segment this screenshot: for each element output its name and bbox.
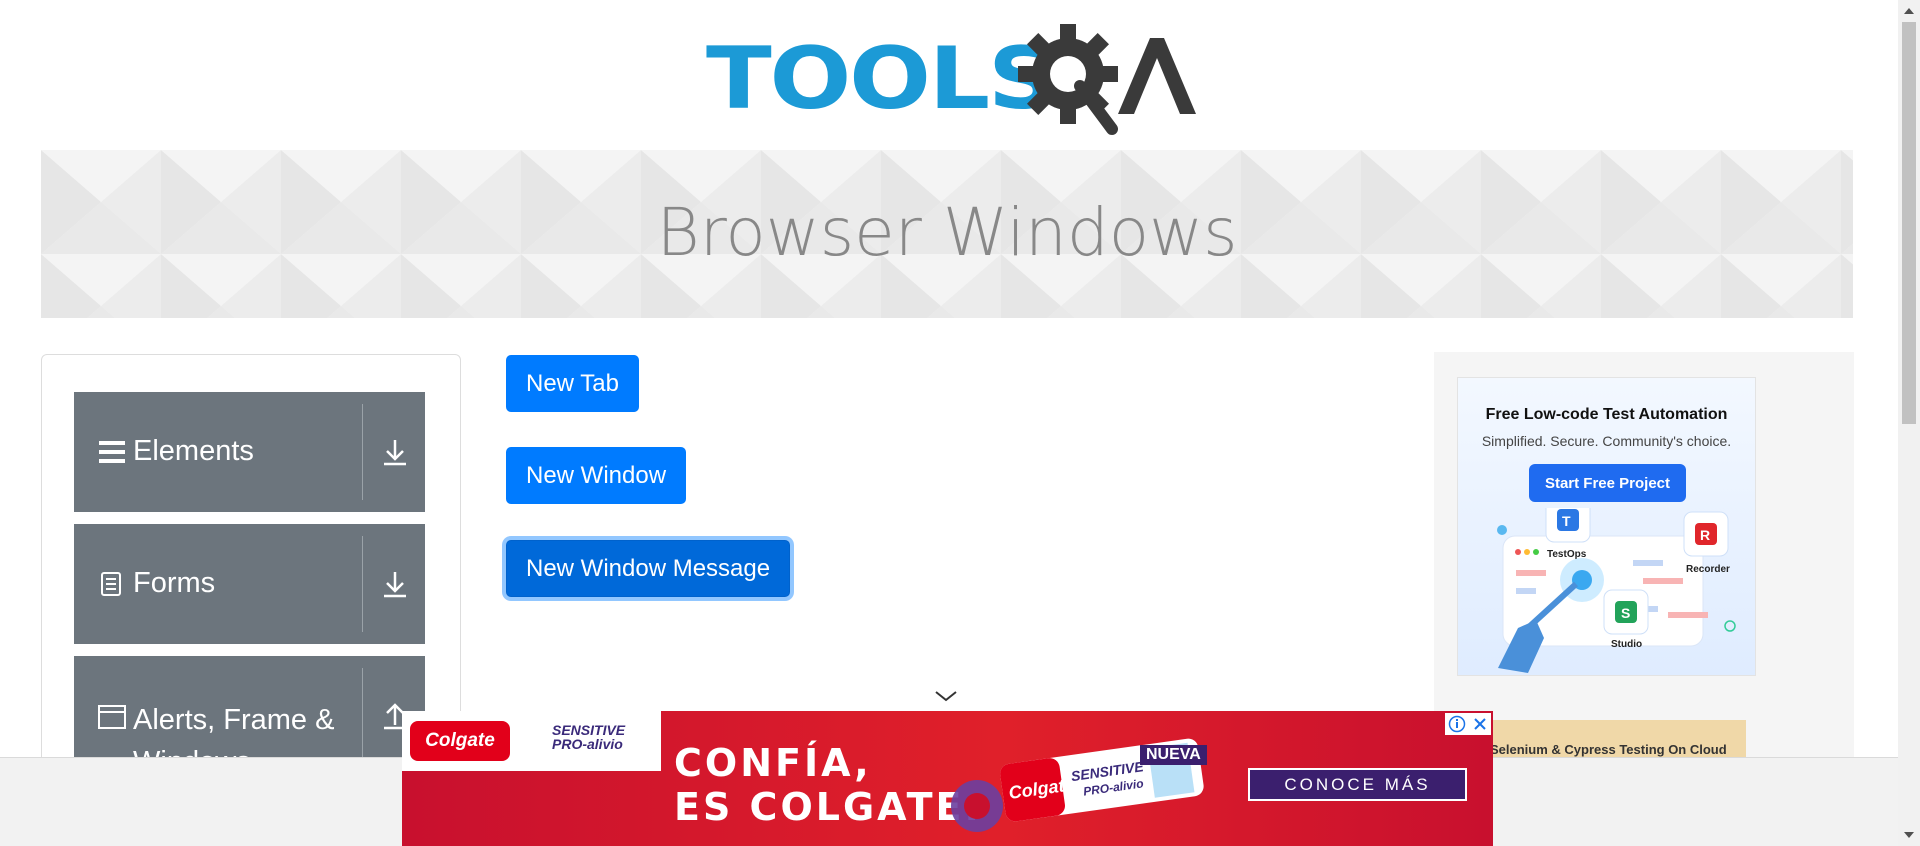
ad-controls	[1445, 713, 1491, 735]
scrollbar[interactable]	[1898, 0, 1920, 846]
ad-strip[interactable]: Selenium & Cypress Testing On Cloud	[1482, 720, 1746, 757]
svg-text:R: R	[1700, 527, 1710, 543]
katalon-ad[interactable]: Free Low-code Test Automation Simplified…	[1457, 377, 1756, 676]
download-arrow-icon[interactable]	[382, 569, 408, 599]
hamburger-icon	[99, 441, 125, 463]
colgate-ad[interactable]: Colgate SENSITIVE PRO-alivio CONFÍA, ES …	[402, 711, 1493, 846]
toothpaste-image: Colgate SENSITIVE PRO-alivio	[951, 738, 1204, 832]
ad-headline: CONFÍA, ES COLGATE.	[674, 741, 982, 829]
page-banner: Browser Windows	[41, 150, 1853, 318]
close-icon[interactable]	[1472, 716, 1488, 732]
gear-logo-icon	[1018, 24, 1196, 135]
ad-subtitle: Simplified. Secure. Community's choice.	[1481, 433, 1732, 449]
sidebar-group-forms[interactable]: Forms	[74, 524, 425, 644]
chevron-down-icon[interactable]	[934, 689, 958, 703]
colgate-logo: Colgate	[410, 721, 510, 761]
document-icon	[101, 572, 121, 596]
ad-title: Free Low-code Test Automation	[1485, 406, 1728, 423]
sidebar-group-label: Elements	[133, 435, 254, 467]
toolsqa-logo[interactable]: TOOLS	[706, 20, 1196, 138]
window-icon	[98, 705, 126, 729]
group-divider	[362, 404, 363, 500]
page: TOOLS Browser Windows Elements Forms Ale…	[0, 0, 1920, 846]
scroll-up-arrow-icon[interactable]	[1898, 4, 1920, 18]
scroll-thumb[interactable]	[1902, 22, 1916, 424]
conoce-mas-button[interactable]: CONOCE MÁS	[1248, 768, 1467, 801]
new-window-button[interactable]: New Window	[506, 447, 687, 504]
ad-product-studio: Studio	[1611, 639, 1642, 650]
ad-product-name: SENSITIVE PRO-alivio	[552, 722, 626, 752]
page-title: Browser Windows	[656, 194, 1238, 271]
group-divider	[362, 668, 363, 764]
group-divider	[362, 536, 363, 632]
ad-headline-line2: ES COLGATE.	[674, 785, 982, 829]
logo-text: TOOLS	[706, 29, 1057, 129]
sidebar-group-label: Forms	[133, 567, 216, 599]
ad-illustration: T TestOps R Recorder S Studio	[1497, 508, 1736, 673]
ad-badge: NUEVA	[1140, 745, 1207, 765]
ad-info-icon[interactable]	[1448, 715, 1466, 733]
svg-text:T: T	[1562, 513, 1571, 529]
start-free-project-button[interactable]: Start Free Project	[1529, 464, 1686, 502]
scroll-down-arrow-icon[interactable]	[1898, 828, 1920, 842]
ad-product-recorder: Recorder	[1686, 564, 1730, 575]
new-tab-button[interactable]: New Tab	[506, 355, 639, 412]
svg-text:S: S	[1621, 605, 1630, 621]
ad-brand-box: Colgate SENSITIVE PRO-alivio	[402, 711, 661, 771]
download-arrow-icon[interactable]	[382, 437, 408, 467]
sidebar-group-elements[interactable]: Elements	[74, 392, 425, 512]
new-window-message-button[interactable]: New Window Message	[506, 540, 791, 597]
ad-headline-line1: CONFÍA,	[674, 741, 872, 785]
